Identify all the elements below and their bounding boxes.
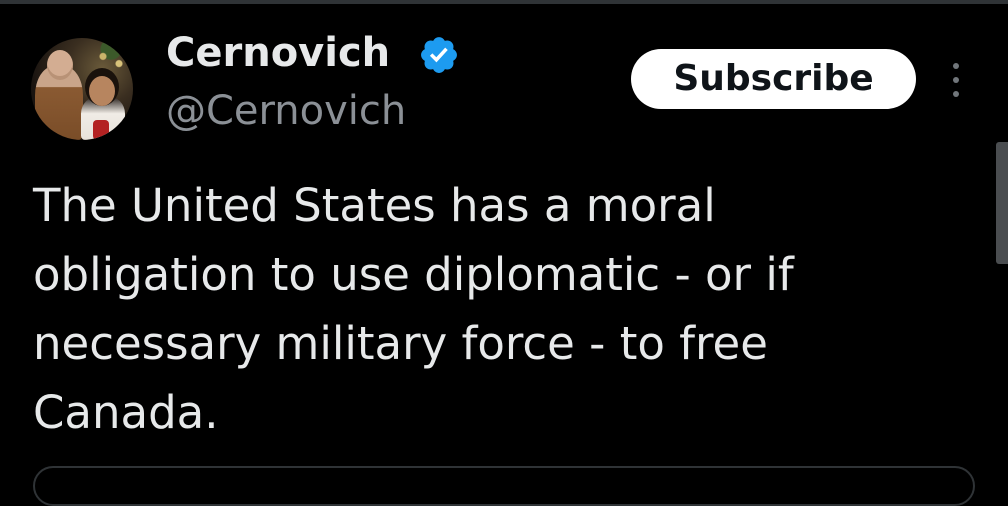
more-dot [953, 91, 959, 97]
top-divider [0, 0, 1008, 4]
avatar-background [91, 42, 131, 78]
avatar-figure-head [89, 76, 115, 106]
tweet-text-line: The United States has a moral [33, 179, 716, 232]
author-handle[interactable]: @Cernovich [166, 86, 406, 136]
verified-badge-icon[interactable] [418, 34, 460, 76]
tweet-text-line: Canada. [33, 386, 219, 439]
subscribe-button[interactable]: Subscribe [631, 49, 916, 109]
tweet-text: The United States has a moral obligation… [33, 171, 973, 447]
more-dot [953, 63, 959, 69]
tweet-text-line: obligation to use diplomatic - or if [33, 248, 794, 301]
more-vertical-icon[interactable] [946, 60, 966, 100]
tweet-text-line: necessary military force - to free [33, 317, 768, 370]
author-avatar[interactable] [31, 38, 133, 140]
avatar-figure-head [47, 50, 73, 80]
quoted-tweet-card[interactable] [33, 466, 975, 506]
author-display-name[interactable]: Cernovich [166, 28, 390, 78]
scrollbar-thumb[interactable] [996, 142, 1008, 264]
avatar-detail [93, 120, 109, 140]
more-dot [953, 77, 959, 83]
